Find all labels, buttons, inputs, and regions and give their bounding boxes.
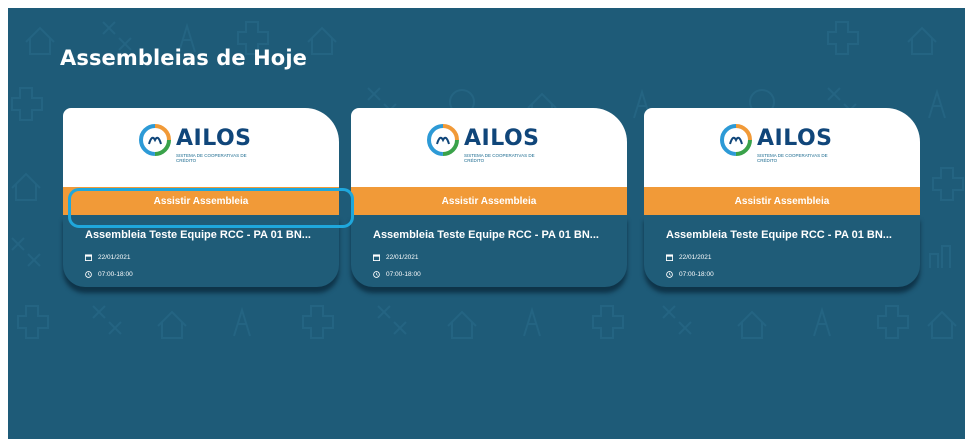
stage: Assembleias de Hoje AILOS SISTEMA DE COO… (8, 8, 965, 439)
ailos-logo: AILOS SISTEMA DE COOPERATIVAS DE CRÉDITO (427, 124, 555, 168)
ailos-logo-icon (139, 124, 171, 156)
page-title: Assembleias de Hoje (60, 46, 307, 70)
watch-assembly-button[interactable]: Assistir Assembleia (351, 187, 627, 215)
assembly-date-text: 22/01/2021 (386, 254, 419, 261)
assembly-date: 22/01/2021 (373, 254, 419, 261)
assembly-time-text: 07:00-18:00 (679, 271, 714, 278)
assembly-card: AILOS SISTEMA DE COOPERATIVAS DE CRÉDITO… (63, 108, 339, 295)
calendar-icon (85, 254, 92, 261)
assembly-time: 07:00-18:00 (373, 271, 421, 278)
calendar-icon (373, 254, 380, 261)
logo-subtitle: SISTEMA DE COOPERATIVAS DE CRÉDITO (464, 153, 535, 163)
ailos-logo-icon (720, 124, 752, 156)
assembly-time-text: 07:00-18:00 (98, 271, 133, 278)
card-logo-area: AILOS SISTEMA DE COOPERATIVAS DE CRÉDITO (644, 108, 920, 187)
assembly-date: 22/01/2021 (666, 254, 712, 261)
ailos-logo: AILOS SISTEMA DE COOPERATIVAS DE CRÉDITO (139, 124, 267, 168)
ailos-logo: AILOS SISTEMA DE COOPERATIVAS DE CRÉDITO (720, 124, 848, 168)
card-logo-area: AILOS SISTEMA DE COOPERATIVAS DE CRÉDITO (63, 108, 339, 187)
assembly-date-text: 22/01/2021 (98, 254, 131, 261)
card-info: Assembleia Teste Equipe RCC - PA 01 BN..… (63, 215, 339, 287)
clock-icon (85, 271, 92, 278)
assembly-title[interactable]: Assembleia Teste Equipe RCC - PA 01 BN..… (373, 229, 623, 241)
logo-text: AILOS (176, 126, 252, 151)
watch-assembly-button[interactable]: Assistir Assembleia (63, 187, 339, 215)
assembly-card: AILOS SISTEMA DE COOPERATIVAS DE CRÉDITO… (351, 108, 627, 295)
calendar-icon (666, 254, 673, 261)
clock-icon (373, 271, 380, 278)
assembly-date: 22/01/2021 (85, 254, 131, 261)
ailos-logo-icon (427, 124, 459, 156)
assembly-time: 07:00-18:00 (666, 271, 714, 278)
card-info: Assembleia Teste Equipe RCC - PA 01 BN..… (644, 215, 920, 287)
card-logo-area: AILOS SISTEMA DE COOPERATIVAS DE CRÉDITO (351, 108, 627, 187)
card-info: Assembleia Teste Equipe RCC - PA 01 BN..… (351, 215, 627, 287)
assembly-date-text: 22/01/2021 (679, 254, 712, 261)
logo-text: AILOS (757, 126, 833, 151)
watch-assembly-button[interactable]: Assistir Assembleia (644, 187, 920, 215)
assembly-card: AILOS SISTEMA DE COOPERATIVAS DE CRÉDITO… (644, 108, 920, 295)
assembly-title[interactable]: Assembleia Teste Equipe RCC - PA 01 BN..… (666, 229, 916, 241)
logo-subtitle: SISTEMA DE COOPERATIVAS DE CRÉDITO (757, 153, 828, 163)
assembly-title[interactable]: Assembleia Teste Equipe RCC - PA 01 BN..… (85, 229, 335, 241)
clock-icon (666, 271, 673, 278)
assembly-time-text: 07:00-18:00 (386, 271, 421, 278)
logo-text: AILOS (464, 126, 540, 151)
logo-subtitle: SISTEMA DE COOPERATIVAS DE CRÉDITO (176, 153, 247, 163)
assembly-time: 07:00-18:00 (85, 271, 133, 278)
